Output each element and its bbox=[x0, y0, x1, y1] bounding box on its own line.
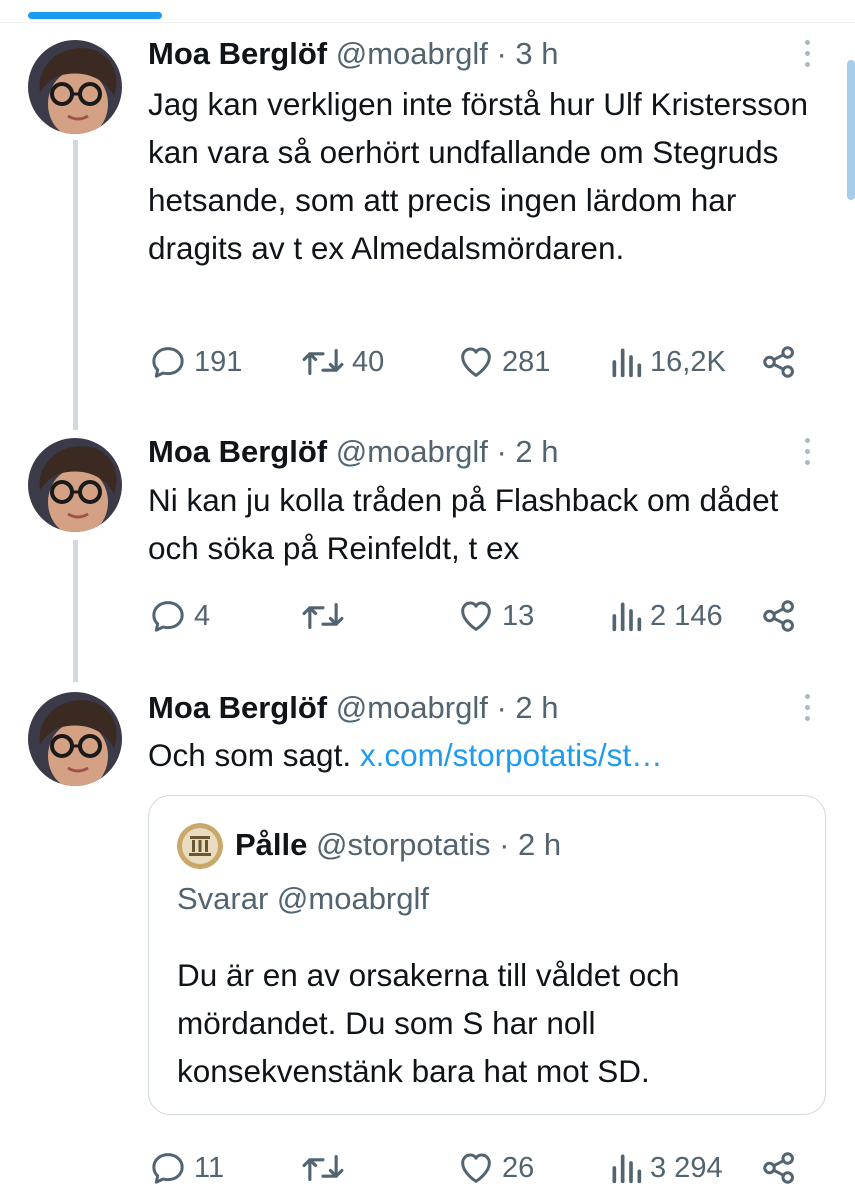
like-count: 26 bbox=[502, 1151, 535, 1184]
views-button[interactable]: 3 294 bbox=[608, 1148, 723, 1188]
share-icon bbox=[763, 1152, 794, 1184]
quote-author-row: Pålle @storpotatis · 2 h bbox=[235, 827, 561, 863]
author-row: Moa Berglöf @moabrglf · 2 h bbox=[148, 690, 558, 726]
tweet[interactable]: Moa Berglöf @moabrglf · 2 h Och som sagt… bbox=[0, 0, 855, 1200]
tweet-text: Och som sagt. x.com/storpotatis/st… bbox=[148, 731, 828, 779]
tweet-text-body: Och som sagt. bbox=[148, 737, 352, 773]
quoted-tweet[interactable]: Pålle @storpotatis · 2 h Svarar @moabrgl… bbox=[148, 795, 826, 1115]
retweet-button[interactable] bbox=[300, 1148, 352, 1188]
quote-reply-to: Svarar @moabrglf bbox=[177, 881, 429, 916]
author-handle-time[interactable]: @moabrglf · 2 h bbox=[336, 690, 559, 725]
quote-author-handle-time[interactable]: @storpotatis · 2 h bbox=[316, 827, 561, 862]
reply-icon bbox=[152, 1153, 184, 1184]
reply-count: 11 bbox=[194, 1151, 225, 1184]
avatar[interactable] bbox=[28, 692, 122, 786]
quote-avatar[interactable] bbox=[177, 823, 223, 869]
tweet-link[interactable]: x.com/storpotatis/st… bbox=[360, 737, 663, 773]
author-name[interactable]: Moa Berglöf bbox=[148, 690, 327, 725]
retweet-icon bbox=[302, 1154, 344, 1182]
like-button[interactable]: 26 bbox=[456, 1148, 534, 1188]
quote-author-name[interactable]: Pålle bbox=[235, 827, 307, 862]
tweet-actions: 11 26 3 294 bbox=[148, 1148, 808, 1188]
more-options-icon[interactable] bbox=[800, 694, 814, 721]
quote-text: Du är en av orsakerna till våldet och mö… bbox=[177, 957, 680, 1089]
heart-icon bbox=[461, 1153, 491, 1183]
view-count: 3 294 bbox=[650, 1151, 723, 1184]
views-icon bbox=[612, 1154, 642, 1184]
reply-button[interactable]: 11 bbox=[148, 1148, 224, 1188]
share-button[interactable] bbox=[760, 1148, 798, 1188]
